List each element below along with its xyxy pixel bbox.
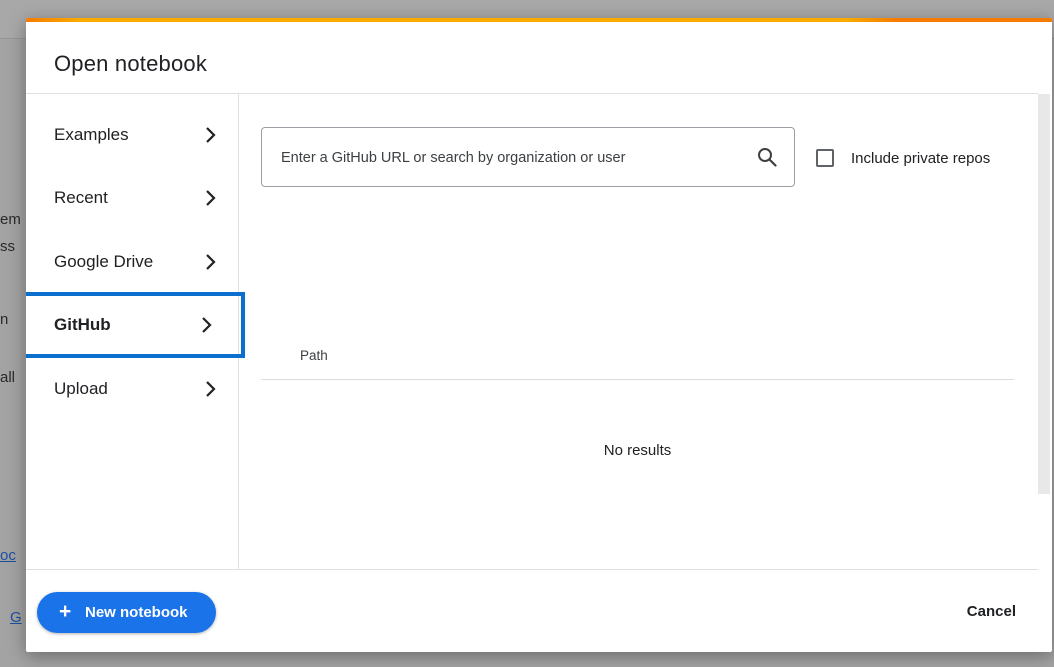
include-private-repos-checkbox[interactable]	[816, 149, 834, 167]
background-text-fragment: all	[0, 369, 16, 386]
sidebar-item-recent[interactable]: Recent	[26, 166, 238, 230]
background-link-fragment: oc	[0, 547, 16, 564]
open-notebook-dialog: Open notebook Examples Recent Google Dri…	[26, 18, 1052, 652]
include-private-repos-label[interactable]: Include private repos	[851, 150, 990, 167]
sidebar-item-examples[interactable]: Examples	[26, 103, 238, 167]
table-header-divider	[261, 379, 1014, 380]
github-search-input[interactable]	[279, 128, 743, 188]
sidebar-item-label: Upload	[54, 379, 108, 398]
sidebar-item-label: Google Drive	[54, 252, 154, 271]
background-text-fragment: em	[0, 211, 21, 228]
github-search-box	[261, 127, 795, 188]
empty-results-message: No results	[603, 442, 672, 459]
sidebar-item-google-drive[interactable]: Google Drive	[26, 230, 238, 294]
sidebar-item-label: Recent	[54, 188, 108, 207]
cancel-button[interactable]: Cancel	[967, 603, 1016, 620]
sidebar-item-upload[interactable]: Upload	[26, 357, 238, 421]
sidebar-item-label: GitHub	[54, 315, 111, 334]
chevron-right-icon	[206, 381, 216, 397]
chevron-right-icon	[206, 190, 216, 206]
table-header-path: Path	[300, 348, 328, 363]
search-icon[interactable]	[757, 147, 777, 167]
dialog-accent-bar	[26, 18, 1052, 22]
chevron-right-icon	[202, 317, 212, 333]
chevron-right-icon	[206, 254, 216, 270]
sidebar-item-label: Examples	[54, 125, 129, 144]
footer-divider	[26, 569, 1038, 570]
background-text-fragment: ss	[0, 238, 15, 255]
content-scrollbar[interactable]	[1038, 94, 1050, 494]
source-sidebar: Examples Recent Google Drive GitHub Uplo…	[26, 94, 245, 569]
new-notebook-button[interactable]: + New notebook	[37, 592, 216, 633]
chevron-right-icon	[206, 127, 216, 143]
plus-icon: +	[59, 600, 72, 623]
dialog-title: Open notebook	[54, 51, 208, 76]
new-notebook-label: New notebook	[85, 604, 188, 621]
background-text-fragment: n	[0, 311, 9, 328]
sidebar-item-github[interactable]: GitHub	[26, 292, 245, 358]
